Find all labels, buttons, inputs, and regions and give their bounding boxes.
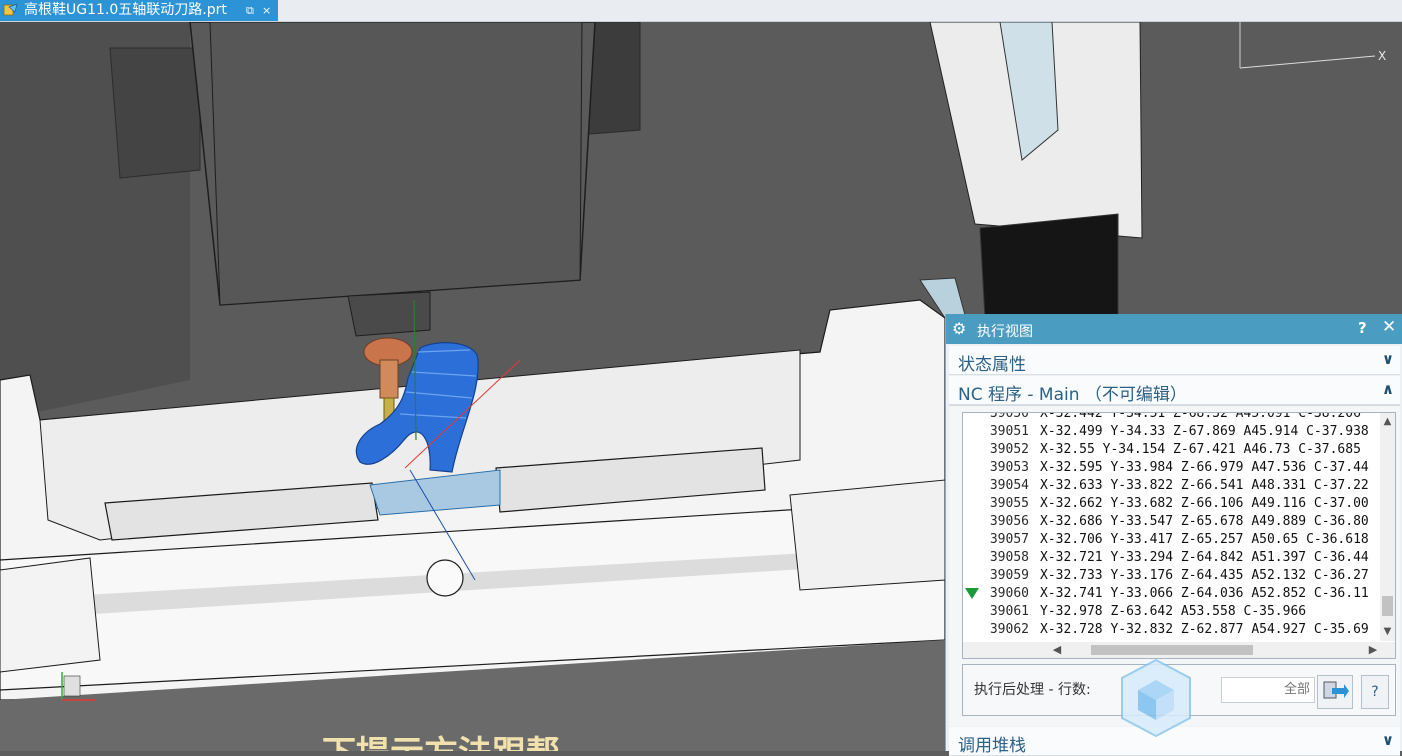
nc-line-number: 39056 [989, 514, 1029, 529]
nc-code-list[interactable]: 39050 X-32.442 Y-34.51 Z-68.32 A45.091 C-… [962, 412, 1396, 659]
panel-help-icon[interactable]: ? [1358, 319, 1367, 337]
nc-line-number: 39053 [989, 460, 1029, 475]
nc-line-number: 39057 [989, 532, 1029, 547]
nc-code-line[interactable]: 39061 Y-32.978 Z-63.642 A53.558 C-35.966 [963, 603, 1380, 621]
document-tab-bar: 高根鞋UG11.0五轴联动刀路.prt ⧉ × [0, 0, 1402, 22]
nc-line-code: X-32.442 Y-34.51 Z-68.32 A45.091 C-38.20… [1040, 413, 1361, 421]
nc-line-code: X-32.55 Y-34.154 Z-67.421 A46.73 C-37.68… [1040, 442, 1361, 457]
nc-line-number: 39059 [989, 568, 1029, 583]
nc-program-label: NC 程序 - Main （不可编辑） [958, 385, 1187, 405]
status-properties-header[interactable]: 状态属性 ∨ [949, 346, 1400, 375]
nc-line-number: 39055 [989, 496, 1029, 511]
nc-line-number: 39062 [989, 622, 1029, 637]
nc-code-line[interactable]: 39055 X-32.662 Y-33.682 Z-66.106 A49.116 … [963, 495, 1380, 513]
vertical-scroll-thumb[interactable] [1382, 596, 1393, 616]
panel-title-bar: ⚙ 执行视图 ? ✕ [946, 314, 1402, 344]
nc-line-code: X-32.728 Y-32.832 Z-62.877 A54.927 C-35.… [1040, 622, 1369, 637]
post-process-label: 执行后处理 - 行数: [974, 682, 1091, 698]
chevron-down-icon[interactable]: ∨ [1382, 731, 1394, 749]
nc-line-number: 39050 [989, 413, 1029, 421]
scroll-left-icon[interactable]: ◀ [1049, 642, 1065, 658]
nc-code-line[interactable]: 39050 X-32.442 Y-34.51 Z-68.32 A45.091 C-… [963, 413, 1380, 423]
nc-line-number: 39051 [989, 424, 1029, 439]
run-post-process-button[interactable] [1317, 675, 1353, 709]
viewport-axis-label: X [1378, 49, 1386, 63]
nc-line-code: X-32.595 Y-33.984 Z-66.979 A47.536 C-37.… [1040, 460, 1369, 475]
part-file-icon [3, 3, 18, 16]
nc-line-number: 39061 [989, 604, 1029, 619]
nc-code-line[interactable]: 39058 X-32.721 Y-33.294 Z-64.842 A51.397 … [963, 549, 1380, 567]
document-tab[interactable]: 高根鞋UG11.0五轴联动刀路.prt ⧉ × [0, 0, 278, 21]
panel-title: 执行视图 [977, 324, 1033, 340]
current-line-marker-icon [965, 588, 979, 599]
close-tab-icon[interactable]: × [262, 0, 271, 21]
nc-code-line[interactable]: 39060 X-32.741 Y-33.066 Z-64.036 A52.852 … [963, 585, 1380, 603]
panel-close-icon[interactable]: ✕ [1382, 317, 1396, 337]
help-button[interactable]: ? [1361, 675, 1389, 709]
nc-line-code: X-32.741 Y-33.066 Z-64.036 A52.852 C-36.… [1040, 586, 1369, 601]
nc-line-code: X-32.706 Y-33.417 Z-65.257 A50.65 C-36.6… [1040, 532, 1369, 547]
nc-line-code: X-32.733 Y-33.176 Z-64.435 A52.132 C-36.… [1040, 568, 1369, 583]
line-count-input[interactable] [1221, 677, 1315, 703]
video-subtitle: 下提示方法跟帮 [322, 734, 560, 751]
nc-program-header[interactable]: NC 程序 - Main （不可编辑） ∧ [949, 376, 1400, 405]
nc-code-line[interactable]: 39057 X-32.706 Y-33.417 Z-65.257 A50.65 C… [963, 531, 1380, 549]
nc-code-lines: 39050 X-32.442 Y-34.51 Z-68.32 A45.091 C-… [963, 413, 1380, 641]
scroll-up-icon[interactable]: ▲ [1380, 415, 1395, 429]
nc-code-line[interactable]: 39054 X-32.633 Y-33.822 Z-66.541 A48.331 … [963, 477, 1380, 495]
vertical-scrollbar[interactable]: ▲ ▼ [1380, 413, 1395, 641]
nc-code-line[interactable]: 39062 X-32.728 Y-32.832 Z-62.877 A54.927 … [963, 621, 1380, 639]
watermark-logo [1121, 658, 1191, 738]
nc-line-code: Y-32.978 Z-63.642 A53.558 C-35.966 [1040, 604, 1307, 619]
nc-line-code: X-32.686 Y-33.547 Z-65.678 A49.889 C-36.… [1040, 514, 1369, 529]
nc-code-line[interactable]: 39052 X-32.55 Y-34.154 Z-67.421 A46.73 C-… [963, 441, 1380, 459]
nc-line-code: X-32.633 Y-33.822 Z-66.541 A48.331 C-37.… [1040, 478, 1369, 493]
nc-line-code: X-32.662 Y-33.682 Z-66.106 A49.116 C-37.… [1040, 496, 1369, 511]
gear-icon: ⚙ [952, 319, 967, 338]
horizontal-scrollbar[interactable]: ◀ ▶ [963, 642, 1395, 658]
nc-line-number: 39060 [989, 586, 1029, 601]
call-stack-label: 调用堆栈 [958, 736, 1026, 756]
status-properties-label: 状态属性 [958, 355, 1026, 375]
scroll-down-icon[interactable]: ▼ [1380, 625, 1395, 639]
scroll-right-icon[interactable]: ▶ [1365, 642, 1381, 658]
nc-code-line[interactable]: 39056 X-32.686 Y-33.547 Z-65.678 A49.889 … [963, 513, 1380, 531]
nc-line-code: X-32.721 Y-33.294 Z-64.842 A51.397 C-36.… [1040, 550, 1369, 565]
pop-out-icon[interactable]: ⧉ [246, 0, 254, 21]
nc-line-number: 39052 [989, 442, 1029, 457]
nc-code-line[interactable]: 39053 X-32.595 Y-33.984 Z-66.979 A47.536 … [963, 459, 1380, 477]
chevron-down-icon[interactable]: ∨ [1382, 350, 1394, 368]
horizontal-scroll-thumb[interactable] [1091, 645, 1253, 655]
post-process-icon [1323, 681, 1349, 699]
nc-line-number: 39054 [989, 478, 1029, 493]
nc-code-line[interactable]: 39051 X-32.499 Y-34.33 Z-67.869 A45.914 C… [963, 423, 1380, 441]
nc-line-code: X-32.499 Y-34.33 Z-67.869 A45.914 C-37.9… [1040, 424, 1369, 439]
nc-line-number: 39058 [989, 550, 1029, 565]
nc-code-line[interactable]: 39059 X-32.733 Y-33.176 Z-64.435 A52.132 … [963, 567, 1380, 585]
document-tab-title: 高根鞋UG11.0五轴联动刀路.prt [24, 2, 227, 18]
chevron-up-icon[interactable]: ∧ [1382, 380, 1394, 398]
